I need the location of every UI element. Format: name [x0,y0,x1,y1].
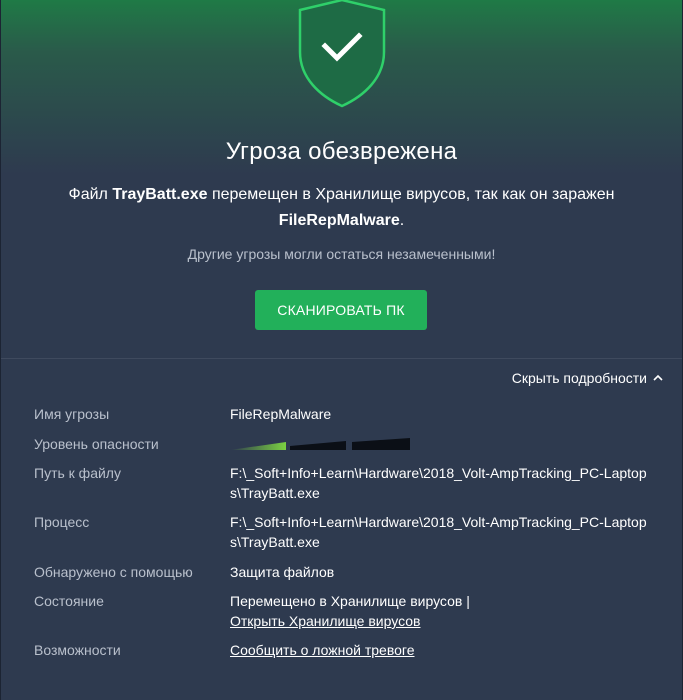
detail-label: Обнаружено с помощью [34,564,193,580]
file-name: TrayBatt.exe [112,186,208,203]
detail-label: Состояние [34,593,104,609]
detail-label: Имя угрозы [34,406,110,422]
severity-segment-3 [352,438,410,450]
hide-details-label: Скрыть подробности [511,370,647,386]
message-suffix: . [399,212,405,229]
detail-label: Возможности [34,642,121,658]
open-virus-chest-link[interactable]: Открыть Хранилище вирусов [230,613,420,629]
chevron-up-icon [653,374,663,381]
threat-name: FileRepMalware [278,212,400,229]
report-false-positive-link[interactable]: Сообщить о ложной тревоге [230,642,415,658]
page-title: Угроза обезврежена [225,138,458,165]
detail-label: Процесс [34,514,90,530]
detail-label: Уровень опасности [34,436,159,452]
severity-segment-1 [230,442,286,450]
detail-value: Перемещено в Хранилище вирусов | Открыть… [230,591,650,631]
detail-value: Защита файлов [230,564,335,580]
hide-details-toggle[interactable]: Скрыть подробности [512,370,663,386]
detail-value: F:\_Soft+Info+Learn\Hardware\2018_Volt-A… [230,465,647,501]
message-middle: перемещен в Хранилище вирусов, так как о… [207,186,615,203]
severity-segment-2 [290,441,346,450]
detail-value: Сообщить о ложной тревоге [230,640,650,660]
shield-check-icon [298,0,386,108]
divider [0,358,683,359]
status-text: Перемещено в Хранилище вирусов | [230,593,470,609]
detail-value: F:\_Soft+Info+Learn\Hardware\2018_Volt-A… [230,514,647,550]
detail-value: FileRepMalware [230,406,332,422]
message-prefix: Файл [68,186,113,203]
detail-label: Путь к файлу [34,465,121,481]
threat-message: Файл TrayBatt.exe перемещен в Хранилище … [20,182,663,234]
warning-text: Другие угрозы могли остаться незамеченны… [187,246,496,262]
severity-meter [230,438,410,450]
scan-pc-button[interactable]: СКАНИРОВАТЬ ПК [255,290,427,330]
